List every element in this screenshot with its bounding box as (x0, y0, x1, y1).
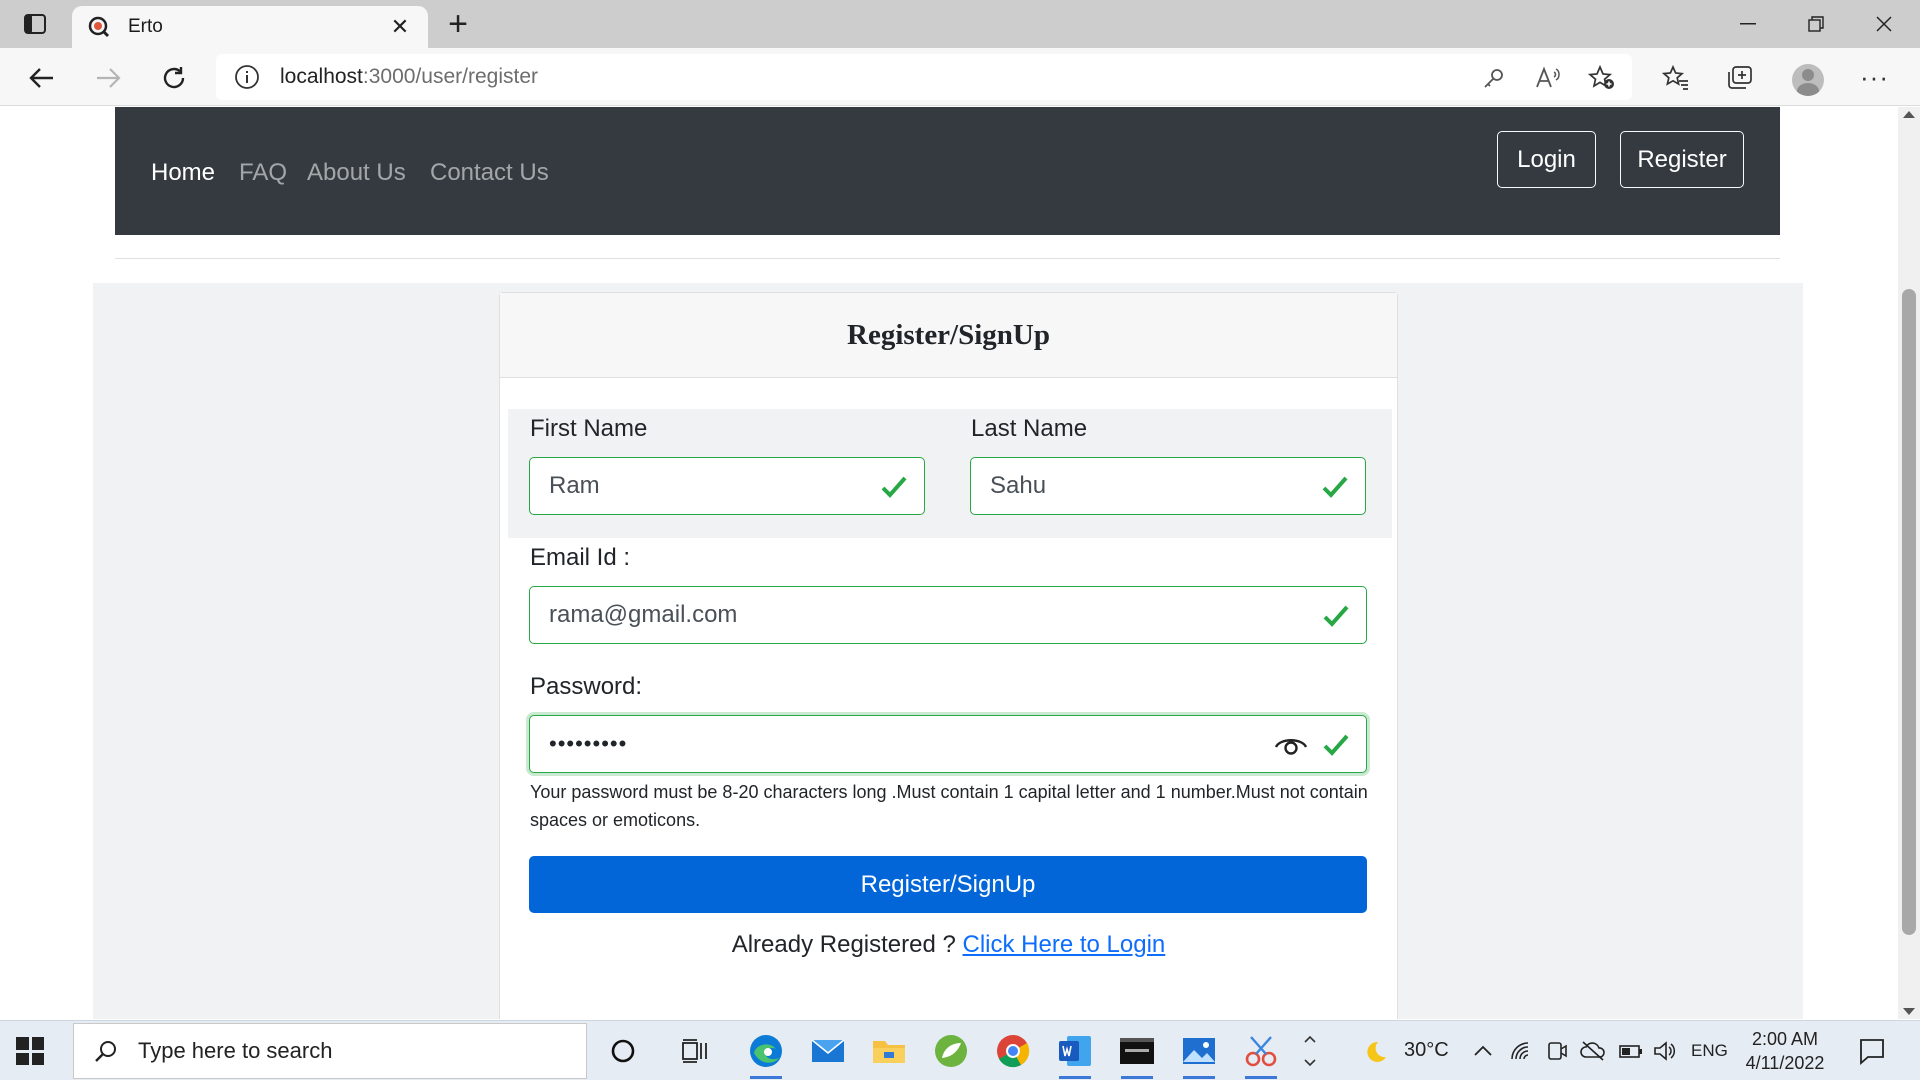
refresh-icon[interactable] (156, 60, 192, 96)
more-options-icon[interactable]: ··· (1860, 62, 1889, 93)
name-row: First Name Ram Last Name Sahu (508, 409, 1392, 538)
clock-date: 4/11/2022 (1745, 1053, 1825, 1073)
register-section: Register/SignUp First Name Ram Last Name… (93, 283, 1803, 1019)
word-icon[interactable] (1055, 1031, 1095, 1079)
page-scrollbar[interactable] (1898, 107, 1920, 1019)
valid-check-icon (1322, 476, 1348, 498)
scroll-down-arrow-icon[interactable] (1903, 1008, 1915, 1015)
chrome-icon[interactable] (993, 1031, 1033, 1071)
erto-favicon-icon (88, 16, 110, 38)
search-icon (95, 1041, 116, 1062)
register-button[interactable]: Register (1620, 131, 1744, 188)
show-password-eye-icon[interactable] (1274, 732, 1308, 758)
scroll-thumb[interactable] (1902, 289, 1916, 935)
email-label: Email Id : (530, 544, 631, 571)
url-text: localhost:3000/user/register (280, 65, 538, 88)
temperature-text[interactable]: 30°C (1404, 1039, 1449, 1062)
register-card: Register/SignUp First Name Ram Last Name… (499, 292, 1398, 1019)
search-placeholder: Type here to search (138, 1038, 333, 1063)
email-value: rama@gmail.com (549, 601, 738, 628)
email-input[interactable]: rama@gmail.com (529, 586, 1367, 644)
url-field[interactable]: localhost:3000/user/register (216, 54, 1632, 100)
nav-home[interactable]: Home (151, 159, 215, 187)
volume-icon[interactable] (1652, 1039, 1676, 1063)
taskbar-scroll-icon[interactable] (1300, 1031, 1320, 1071)
back-icon[interactable] (24, 60, 60, 96)
read-aloud-icon[interactable] (1534, 64, 1562, 92)
password-key-icon[interactable] (1480, 64, 1508, 92)
file-explorer-icon[interactable] (869, 1031, 909, 1071)
favorites-icon[interactable] (1660, 62, 1692, 94)
minimize-icon[interactable] (1720, 0, 1776, 48)
battery-icon[interactable] (1618, 1041, 1644, 1061)
last-name-label: Last Name (971, 415, 1088, 442)
page-viewport: Home FAQ About Us Contact Us Login Regis… (0, 107, 1898, 1019)
taskbar-search-box[interactable]: Type here to search (73, 1023, 587, 1079)
photos-icon[interactable] (1179, 1031, 1219, 1079)
new-tab-icon[interactable]: + (440, 5, 476, 43)
site-navbar: Home FAQ About Us Contact Us Login Regis… (115, 107, 1780, 235)
collections-icon[interactable] (1724, 62, 1756, 94)
notification-center-icon[interactable] (1858, 1037, 1886, 1065)
windows-taskbar: Type here to search 30°C ENG 2:00 AM 4/1… (0, 1020, 1920, 1080)
password-help-text: Your password must be 8-20 characters lo… (530, 782, 1368, 830)
form-title: Register/SignUp (847, 318, 1050, 351)
browser-tab[interactable]: Erto ✕ (72, 6, 428, 48)
language-indicator[interactable]: ENG (1691, 1041, 1728, 1061)
nav-about-us[interactable]: About Us (307, 159, 406, 187)
scroll-up-arrow-icon[interactable] (1903, 111, 1915, 118)
clock-time: 2:00 AM (1751, 1029, 1819, 1049)
already-registered-text: Already Registered ? (731, 931, 963, 958)
password-label: Password: (530, 673, 643, 700)
weather-moon-icon[interactable] (1362, 1039, 1388, 1065)
nav-faq[interactable]: FAQ (239, 159, 287, 187)
nav-contact-us[interactable]: Contact Us (430, 159, 549, 187)
first-name-value: Ram (549, 472, 600, 499)
browser-tab-bar: Erto ✕ + (0, 0, 1920, 48)
tab-title: Erto (128, 16, 163, 37)
card-header: Register/SignUp (500, 293, 1397, 378)
login-button[interactable]: Login (1497, 131, 1596, 188)
password-value: ••••••••• (549, 731, 628, 756)
last-name-value: Sahu (990, 472, 1047, 499)
valid-check-icon (1323, 734, 1349, 756)
login-link[interactable]: Click Here to Login (963, 931, 1166, 958)
edge-browser-icon[interactable] (746, 1031, 786, 1079)
already-registered-line: Already Registered ? Click Here to Login (500, 931, 1397, 959)
site-info-icon[interactable] (234, 64, 260, 90)
first-name-input[interactable]: Ram (529, 457, 925, 515)
divider (115, 258, 1780, 259)
mysql-console-icon[interactable] (1117, 1031, 1157, 1079)
meet-now-icon[interactable] (1546, 1039, 1568, 1063)
profile-avatar[interactable] (1792, 64, 1824, 96)
register-signup-button[interactable]: Register/SignUp (529, 856, 1367, 913)
snipping-tool-icon[interactable] (1241, 1031, 1281, 1079)
system-clock[interactable]: 2:00 AM 4/11/2022 (1735, 1027, 1835, 1075)
hidden-icons-chevron-icon[interactable] (1473, 1043, 1493, 1057)
mail-icon[interactable] (808, 1031, 848, 1071)
add-favorite-icon[interactable] (1588, 64, 1616, 92)
valid-check-icon (1323, 605, 1349, 627)
cortana-icon[interactable] (603, 1031, 643, 1071)
address-bar: localhost:3000/user/register ··· (0, 48, 1920, 106)
spring-tool-icon[interactable] (931, 1031, 971, 1071)
first-name-label: First Name (530, 415, 648, 442)
tab-actions-icon[interactable] (14, 10, 56, 38)
last-name-input[interactable]: Sahu (970, 457, 1366, 515)
onedrive-offline-icon[interactable] (1580, 1039, 1606, 1063)
windows-start-icon[interactable] (16, 1037, 44, 1065)
restore-icon[interactable] (1788, 0, 1844, 48)
close-window-icon[interactable] (1856, 0, 1912, 48)
valid-check-icon (881, 476, 907, 498)
task-view-icon[interactable] (675, 1031, 715, 1071)
wifi-icon[interactable] (1508, 1039, 1532, 1063)
forward-icon[interactable] (90, 60, 126, 96)
tab-close-icon[interactable]: ✕ (388, 14, 412, 40)
password-input[interactable]: ••••••••• (529, 715, 1367, 773)
